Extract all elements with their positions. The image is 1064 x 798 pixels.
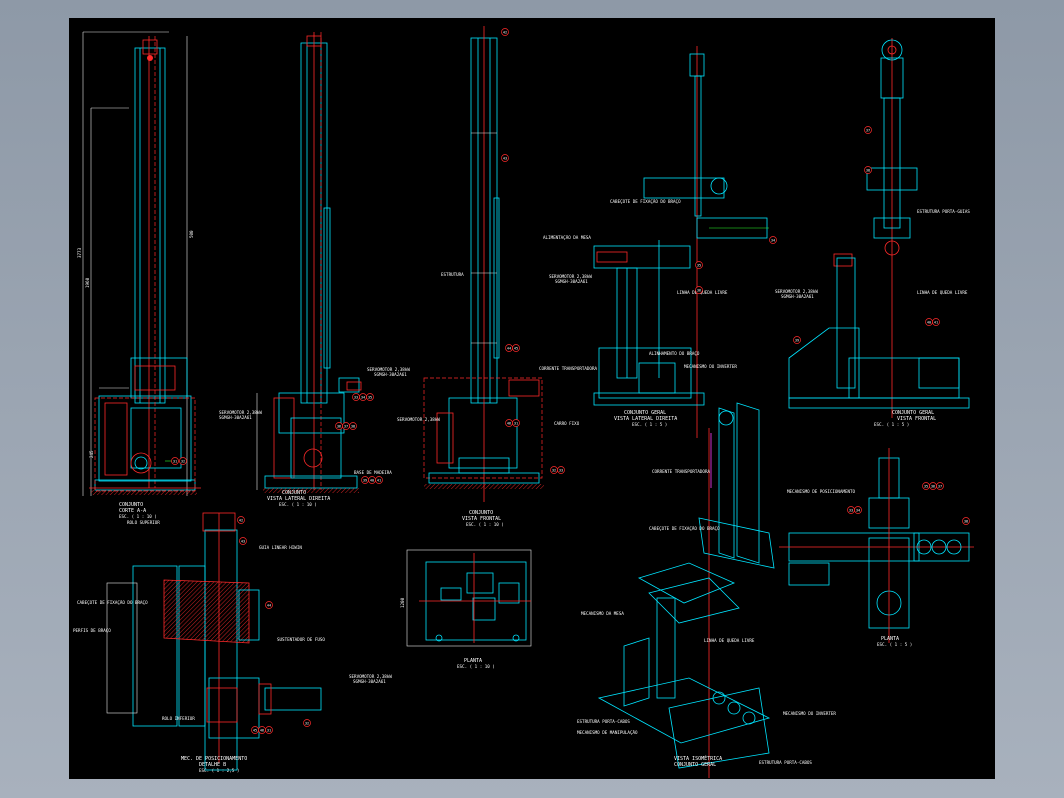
dim-text: 1960 xyxy=(85,277,90,288)
balloon-number: 38 xyxy=(351,424,355,428)
label-alinhamento: ALINHAMENTO DO BRAÇO xyxy=(649,351,700,356)
balloon-number: 44 xyxy=(507,346,511,350)
view-conjunto-geral-lateral: CABEÇOTE DE FIXAÇÃO DO BRAÇO ALIMENTAÇÃO… xyxy=(543,46,777,438)
view-planta-right: MECANISMO DE POSICIONAMENTO 33 34 35 36 37 … xyxy=(779,448,974,647)
label-linha-queda: LINHA DE QUEDA LIVRE xyxy=(917,290,968,295)
balloon-number: 35 xyxy=(924,484,928,488)
label-servo-code: SGMGH-30A2A61 xyxy=(374,372,407,377)
view-scale: ESC. ( 1 : 5 ) xyxy=(874,422,909,427)
balloon-number: 37 xyxy=(938,484,942,488)
balloon-number: 33 xyxy=(354,395,358,399)
view-planta-small: 1200 PLANTA ESC. ( 1 : 10 ) xyxy=(400,549,532,669)
label-perfil: PERFIS DE BRAÇO xyxy=(73,628,111,633)
label-mec-inverter: MECANISMO DO INVERTER xyxy=(783,711,836,716)
balloon-number: 46 xyxy=(260,728,264,732)
balloon-number: 37 xyxy=(344,424,348,428)
label-servo-code: SGMGH-30A2A61 xyxy=(353,679,386,684)
view-corte-aa: 3773 1960 500 245 31 32 CONJUNTO CORTE A-… xyxy=(77,31,201,519)
label-mec-inverter: MECANISMO DO INVERTER xyxy=(684,364,737,369)
view-scale: ESC. ( 1 : 5 ) xyxy=(632,422,667,427)
label-cabecote: CABEÇOTE DE FIXAÇÃO DO BRAÇO xyxy=(77,600,148,605)
label-rolo-inf: ROLO INFERIOR xyxy=(162,716,195,721)
dim-text: 500 xyxy=(189,230,194,238)
view-title: VISTA ISOMÉTRICA xyxy=(674,754,722,762)
view-scale: ESC. ( 1 : 10 ) xyxy=(457,664,495,669)
view-scale: ESC. ( 1 : 10 ) xyxy=(466,522,504,527)
label-carro: CARRO FIXO xyxy=(554,421,580,426)
balloon-number: 45 xyxy=(514,346,518,350)
label-mec-maneira: MECANISMO DE MANIPULAÇÃO xyxy=(577,730,638,735)
balloon-number: 43 xyxy=(241,539,245,543)
balloon-number: 34 xyxy=(856,508,860,512)
balloon-number: 35 xyxy=(697,263,701,267)
view-scale: ESC. ( 1 : 10 ) xyxy=(119,514,157,519)
label-corrente: CORRENTE TRANSPORTADORA xyxy=(539,366,597,371)
balloon-number: 37 xyxy=(866,128,870,132)
balloon-number: 36 xyxy=(337,424,341,428)
balloon-number: 32 xyxy=(552,468,556,472)
column-body xyxy=(134,47,166,404)
cad-viewer-frame: { "colors": { "background": "#000000", "… xyxy=(0,0,1064,798)
drawing-svg: 3773 1960 500 245 31 32 CONJUNTO CORTE A-… xyxy=(73,26,974,778)
balloon-number: 40 xyxy=(927,320,931,324)
view-lateral-direita: SERVOMOTOR 2,38kW SGMGH-30A2A61 SERVOMOT… xyxy=(219,32,410,507)
balloon-number: 38 xyxy=(866,168,870,172)
balloon-number: 36 xyxy=(931,484,935,488)
label-linha-queda: LINHA DE QUEDA LIVRE xyxy=(704,638,755,643)
balloon-number: 40 xyxy=(370,478,374,482)
balloon-number: 34 xyxy=(771,238,775,242)
balloon-number: 44 xyxy=(267,603,271,607)
balloon-number: 41 xyxy=(934,320,938,324)
label-corrente: CORRENTE TRANSPORTADORA xyxy=(652,469,710,474)
view-subtitle: CONJUNTO GERAL xyxy=(674,762,716,768)
balloon-number: 33 xyxy=(849,508,853,512)
label-mec-posicionamento: MECANISMO DE POSICIONAMENTO xyxy=(787,489,856,494)
balloon-number: 42 xyxy=(239,518,243,522)
label-fixacao: CABEÇOTE DE FIXAÇÃO DO BRAÇO xyxy=(610,199,681,204)
label-mec-mesa: MECANISMO DA MESA xyxy=(581,611,624,616)
balloon-number: 45 xyxy=(253,728,257,732)
balloon-number: 32 xyxy=(305,721,309,725)
view-scale: ESC. ( 1 : 2,5 ) xyxy=(199,768,239,773)
balloon-number: 42 xyxy=(503,30,507,34)
balloon-number: 34 xyxy=(361,395,365,399)
balloon-number: 35 xyxy=(368,395,372,399)
dim-text: 1200 xyxy=(400,597,405,608)
label-servomotor: SERVOMOTOR 2,38kW xyxy=(397,417,440,422)
balloon-number: 32 xyxy=(181,459,185,463)
balloon-number: 31 xyxy=(514,421,518,425)
label-estrutura-cabos: ESTRUTURA PORTA-CABOS xyxy=(759,760,812,765)
view-scale: ESC. ( 1 : 5 ) xyxy=(877,642,912,647)
balloon-number: 43 xyxy=(503,156,507,160)
balloon-number: 39 xyxy=(363,478,367,482)
label-estrutura-guia: ESTRUTURA PORTA-GUIAS xyxy=(917,209,970,214)
label-servo-code: SGMGH-30A2A61 xyxy=(781,294,814,299)
label-fixacao: CABEÇOTE DE FIXAÇÃO DO BRAÇO xyxy=(649,526,720,531)
balloon-number: 46 xyxy=(507,421,511,425)
balloon-number: 41 xyxy=(377,478,381,482)
label-estrutura: ESTRUTURA xyxy=(441,272,464,277)
label-sustentador: SUSTENTADOR DE FUSO xyxy=(277,637,325,642)
balloon-number: 31 xyxy=(267,728,271,732)
dim-text: 3773 xyxy=(77,247,82,258)
label-base: BASE DE MADEIRA xyxy=(354,470,392,475)
dim-text: 245 xyxy=(89,450,94,458)
label-guia: GUIA LINEAR HIWIN xyxy=(259,545,302,550)
label-rolo-sup: ROLO SUPERIOR xyxy=(127,520,160,525)
balloon-number: 38 xyxy=(964,519,968,523)
label-servo-code: SGMGH-30A2A61 xyxy=(555,279,588,284)
view-detalhe-b: CABEÇOTE DE FIXAÇÃO DO BRAÇO PERFIS DE B… xyxy=(73,512,392,773)
balloon-number: 36 xyxy=(697,288,701,292)
view-conjunto-geral-frontal: ESTRUTURA PORTA-GUIAS SERVOMOTOR 2,38kW … xyxy=(775,38,970,427)
balloon-number: 33 xyxy=(559,468,563,472)
balloon-number: 31 xyxy=(173,459,177,463)
cad-drawing-sheet: { "colors": { "background": "#000000", "… xyxy=(69,18,995,779)
label-alimentacao: ALIMENTAÇÃO DA MESA xyxy=(543,235,591,240)
balloon-number: 39 xyxy=(795,338,799,342)
label-estrutura-porta: ESTRUTURA PORTA-CABOS xyxy=(577,719,630,724)
label-servo-code: SGMGH-30A2A61 xyxy=(219,415,252,420)
view-scale: ESC. ( 1 : 10 ) xyxy=(279,502,317,507)
view-isometrica: CORRENTE TRANSPORTADORA CABEÇOTE DE FIXA… xyxy=(577,402,836,778)
